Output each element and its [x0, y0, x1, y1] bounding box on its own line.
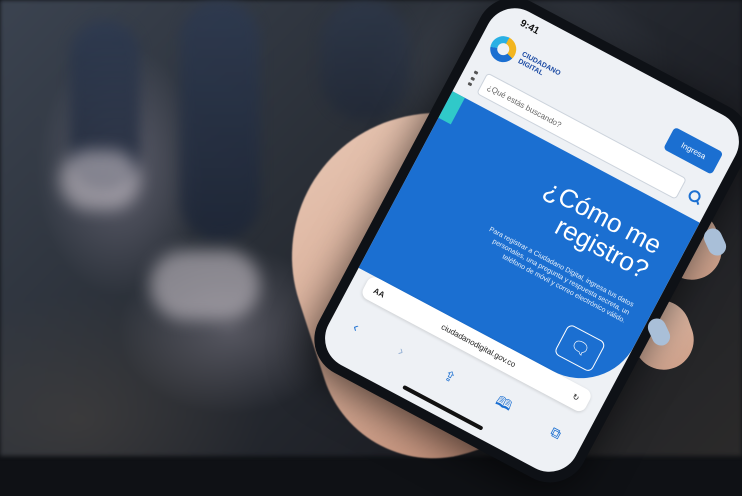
site-logo-icon[interactable]: [485, 31, 521, 67]
background-shoe: [150, 250, 260, 320]
reload-icon[interactable]: ↻: [571, 392, 581, 403]
background-leg: [180, 0, 260, 240]
hero-accent-tab: [438, 91, 465, 125]
site-logo-text[interactable]: CIUDADANO DIGITAL: [516, 51, 562, 85]
chat-bubble-icon: 🗨: [566, 336, 593, 361]
text-size-button[interactable]: AA: [372, 286, 386, 299]
book-icon[interactable]: 🕮: [490, 390, 516, 419]
chat-button[interactable]: 🗨: [553, 323, 607, 373]
background-shoe: [60, 150, 140, 210]
more-menu-icon[interactable]: [467, 70, 479, 87]
chevron-right-icon[interactable]: ›: [396, 343, 408, 359]
chevron-left-icon[interactable]: ‹: [351, 319, 363, 335]
share-icon[interactable]: ⇪: [441, 366, 459, 387]
background-leg: [320, 0, 410, 120]
tabs-icon[interactable]: ⧉: [548, 423, 564, 443]
search-icon[interactable]: [685, 187, 704, 206]
